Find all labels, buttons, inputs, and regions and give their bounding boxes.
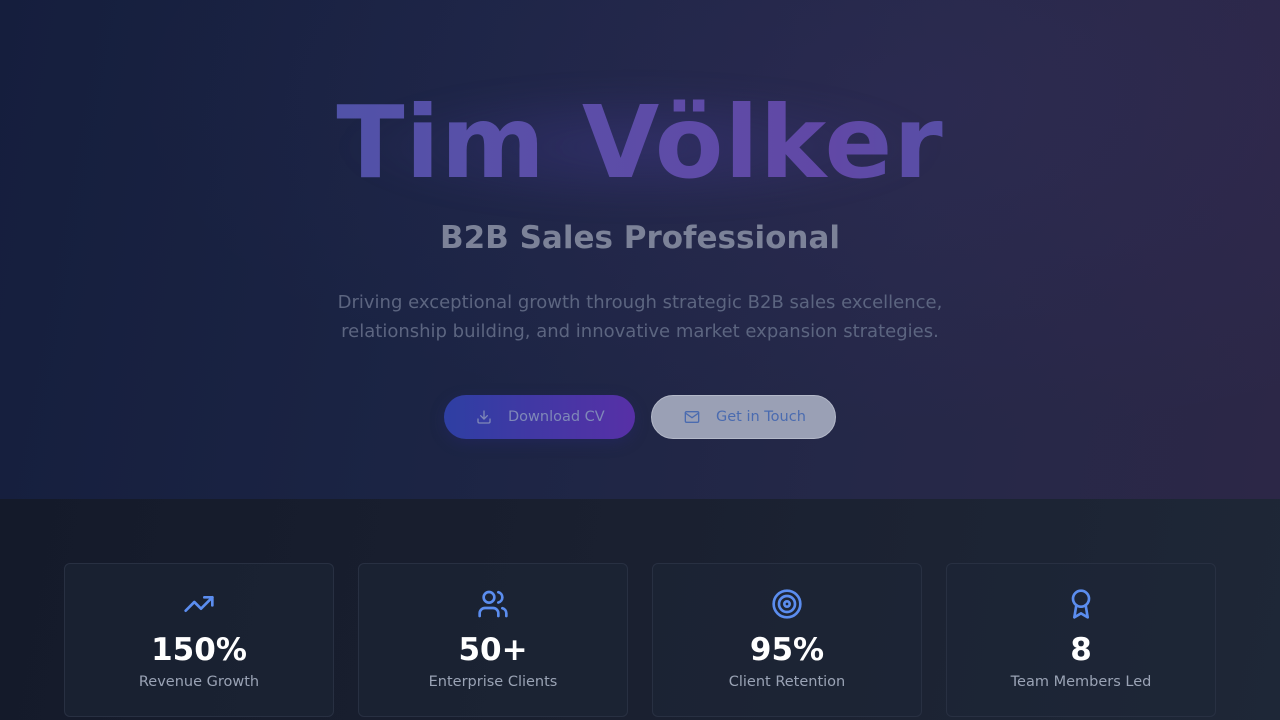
stat-card-retention: 95% Client Retention bbox=[652, 563, 922, 717]
users-icon bbox=[359, 588, 627, 620]
stat-label: Team Members Led bbox=[1010, 674, 1152, 690]
mail-icon bbox=[684, 409, 700, 425]
hero-title: B2B Sales Professional bbox=[439, 220, 841, 256]
hero-name: Tim Völker bbox=[0, 88, 1280, 198]
stat-value: 95% bbox=[749, 632, 825, 668]
target-icon bbox=[653, 588, 921, 620]
stat-card-team: 8 Team Members Led bbox=[946, 563, 1216, 717]
trending-up-icon bbox=[65, 588, 333, 620]
award-icon bbox=[947, 588, 1215, 620]
download-cv-label: Download CV bbox=[508, 409, 605, 425]
stat-value: 8 bbox=[1070, 632, 1092, 668]
stats-section: 150% Revenue Growth 50+ Enterprise Clien… bbox=[0, 499, 1280, 720]
stat-label: Client Retention bbox=[728, 674, 846, 690]
stat-card-clients: 50+ Enterprise Clients bbox=[358, 563, 628, 717]
get-in-touch-button[interactable]: Get in Touch bbox=[651, 395, 836, 439]
stat-value: 150% bbox=[151, 632, 247, 668]
hero-description: Driving exceptional growth through strat… bbox=[337, 292, 943, 342]
hero-section: Tim Völker B2B Sales Professional Drivin… bbox=[0, 0, 1280, 499]
stat-label: Revenue Growth bbox=[138, 674, 260, 690]
stat-card-revenue: 150% Revenue Growth bbox=[64, 563, 334, 717]
download-icon bbox=[476, 409, 492, 425]
stat-label: Enterprise Clients bbox=[428, 674, 558, 690]
download-cv-button[interactable]: Download CV bbox=[444, 395, 635, 439]
stat-value: 50+ bbox=[458, 632, 528, 668]
get-in-touch-label: Get in Touch bbox=[716, 409, 806, 425]
